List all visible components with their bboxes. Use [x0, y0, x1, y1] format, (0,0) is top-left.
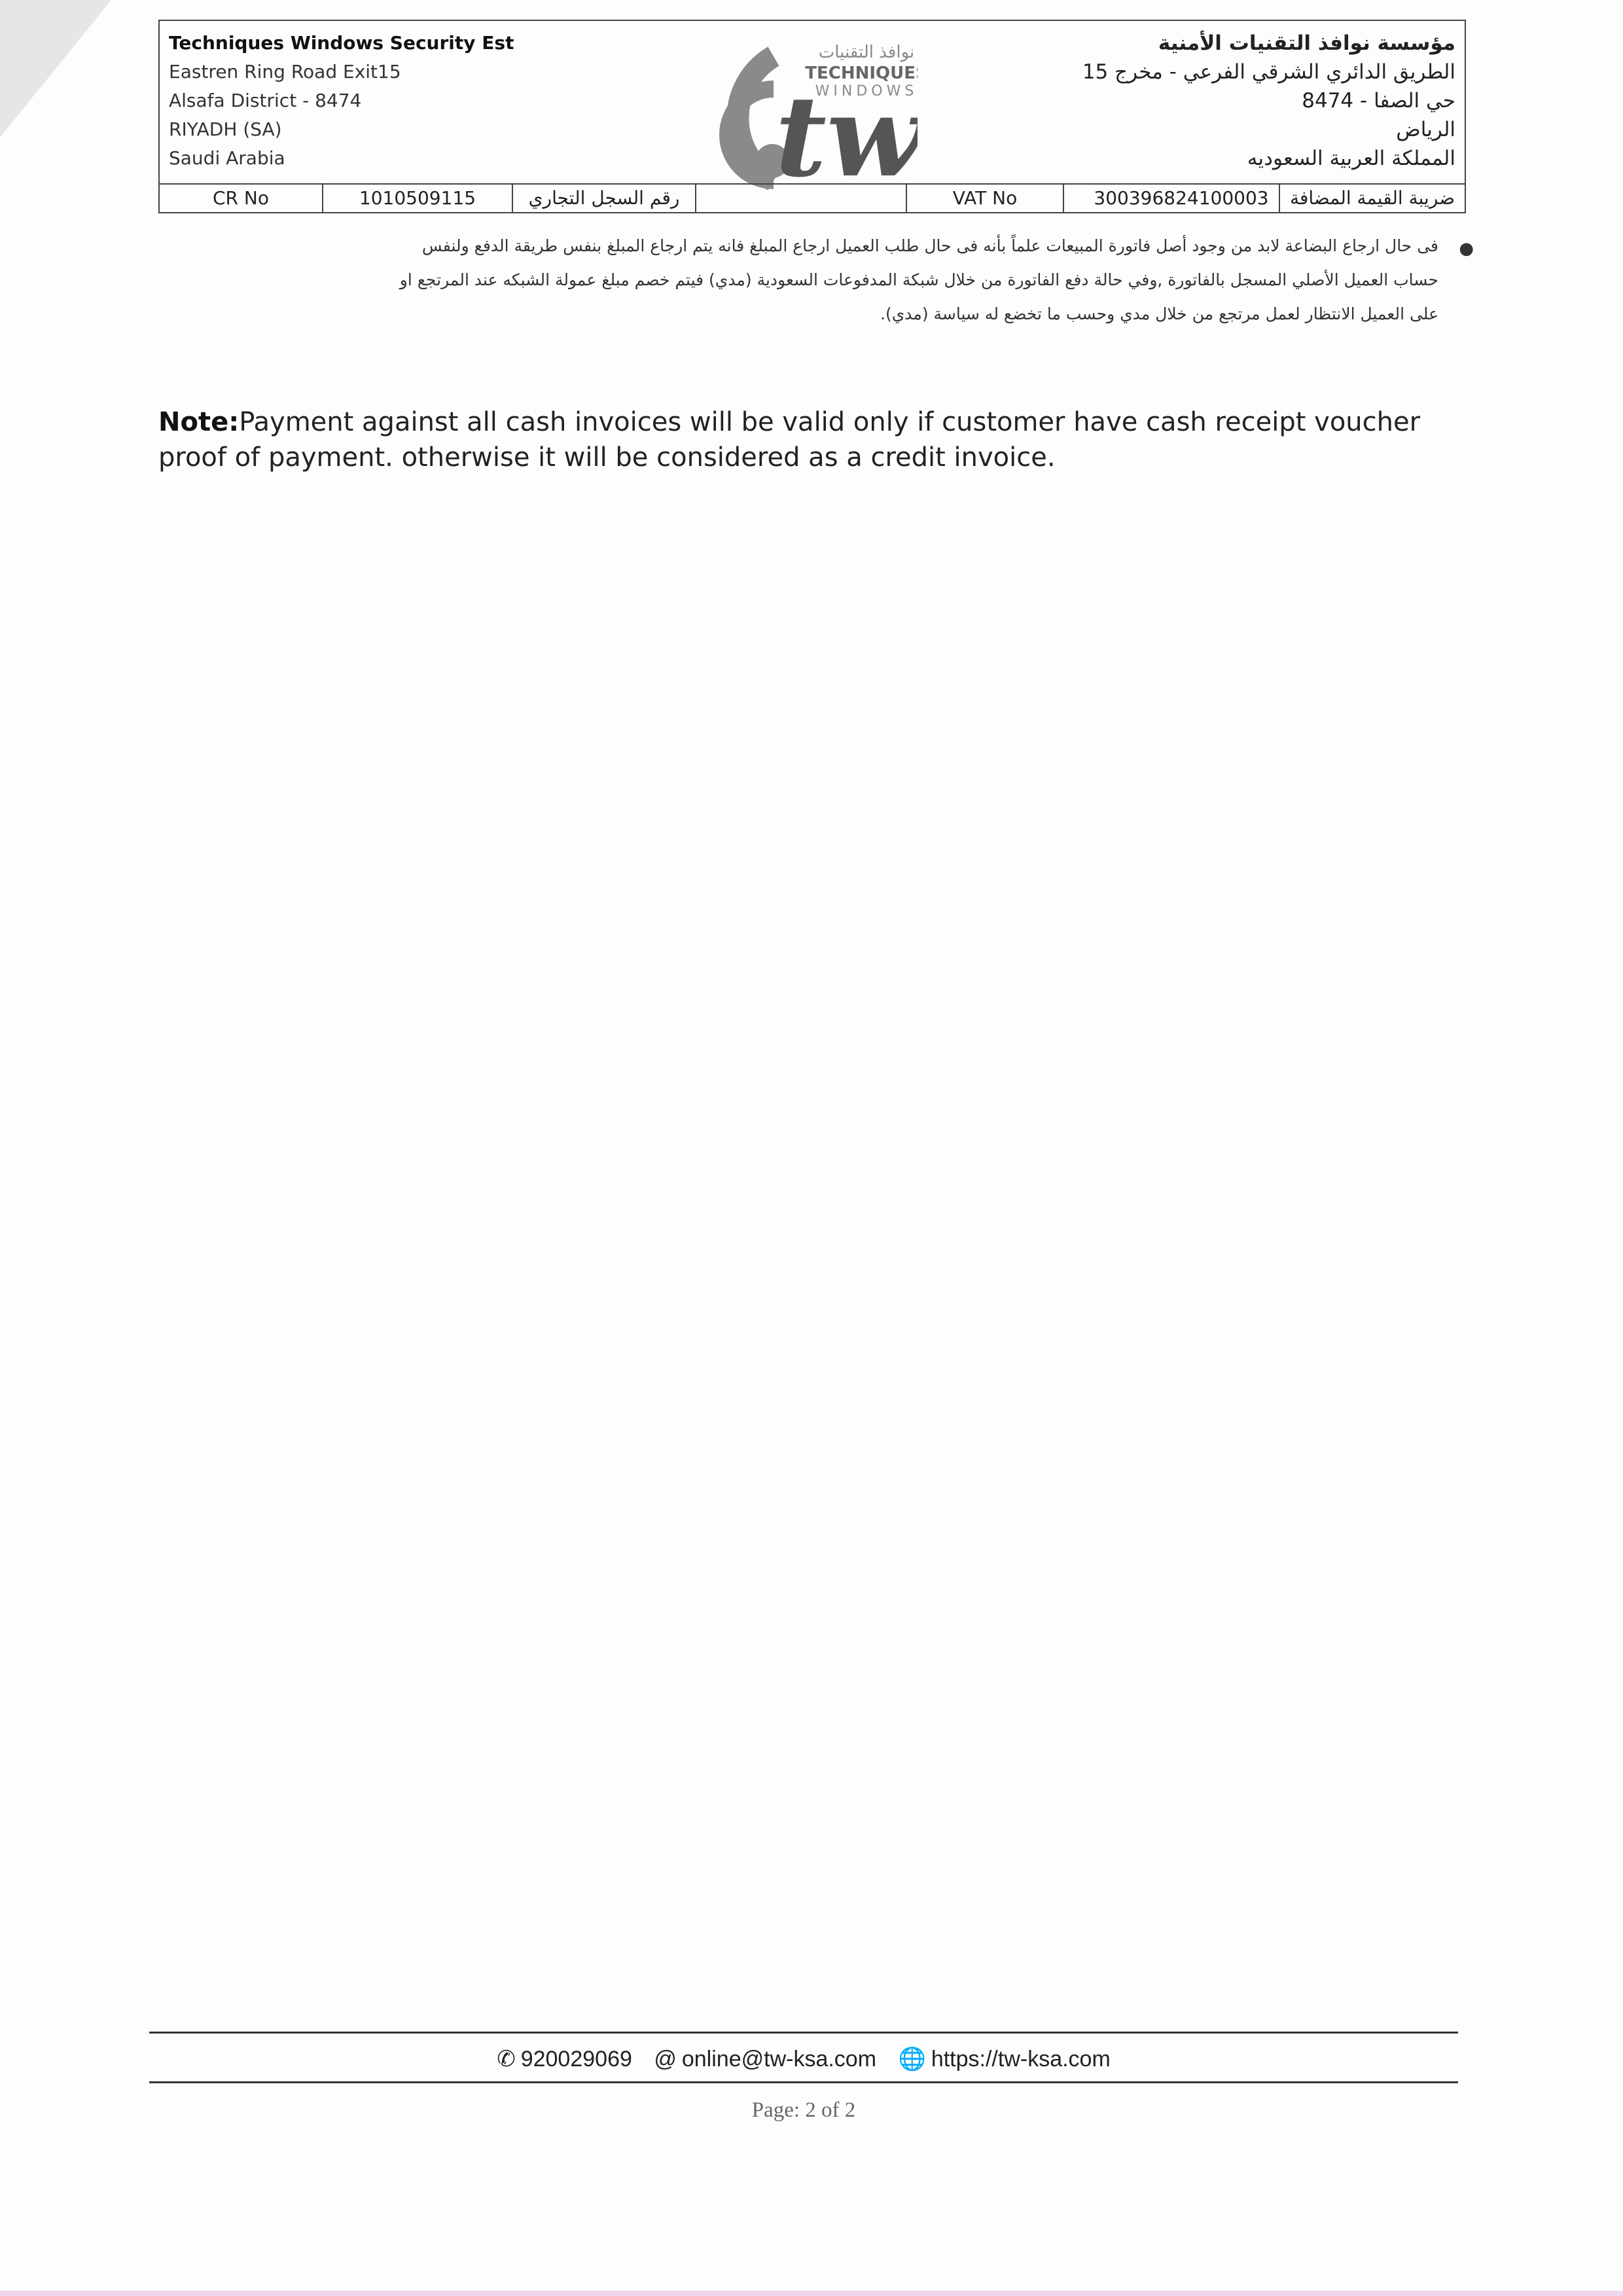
phone-icon: ✆	[497, 2047, 516, 2072]
cr-label: CR No	[160, 185, 323, 213]
company-info-english: Techniques Windows Security Est Eastren …	[169, 29, 627, 173]
footer-divider-bottom	[149, 2081, 1458, 2083]
address-line-en: Saudi Arabia	[169, 147, 285, 169]
contact-email[interactable]: @ online@tw-ksa.com	[654, 2039, 876, 2079]
logo-line2: WINDOWS	[815, 83, 918, 99]
at-icon: @	[654, 2047, 677, 2072]
letterhead: Techniques Windows Security Est Eastren …	[158, 20, 1466, 213]
folded-corner	[0, 0, 111, 137]
scan-edge	[0, 2291, 1623, 2296]
vat-value: 300396824100003	[1063, 185, 1298, 213]
logo-line1: TECHNIQUES	[805, 63, 918, 83]
registration-row: CR No 1010509115 رقم السجل التجاري VAT N…	[160, 183, 1465, 213]
company-name-en: Techniques Windows Security Est	[169, 32, 514, 54]
vat-label-ar: ضريبة القيمة المضافة	[1279, 185, 1465, 213]
footer-divider-top	[149, 2032, 1458, 2034]
policy-line: فى حال ارجاع البضاعة لابد من وجود أصل فا…	[421, 236, 1438, 255]
company-info-arabic: مؤسسة نوافذ التقنيات الأمنية الطريق الدا…	[932, 29, 1455, 173]
note-text: Payment against all cash invoices will b…	[158, 407, 1421, 473]
note-label: Note:	[158, 407, 240, 437]
phone-number: 920029069	[520, 2047, 632, 2072]
contact-phone[interactable]: ✆ 920029069	[497, 2039, 632, 2079]
footer-contacts: ✆ 920029069 @ online@tw-ksa.com 🌐 https://t…	[149, 2039, 1458, 2079]
cr-label-ar: رقم السجل التجاري	[513, 185, 696, 213]
company-name-ar: مؤسسة نوافذ التقنيات الأمنية	[1158, 31, 1455, 55]
address-line-en: RIYADH (SA)	[169, 118, 282, 140]
bullet-icon: ●	[1459, 239, 1474, 259]
logo-arabic: نوافذ التقنيات	[819, 43, 914, 62]
address-line-en: Eastren Ring Road Exit15	[169, 61, 401, 82]
address-line-ar: الطريق الدائري الشرقي الفرعي - مخرج 15	[1082, 60, 1455, 84]
contact-website[interactable]: 🌐 https://tw-ksa.com	[898, 2039, 1110, 2079]
globe-icon: 🌐	[898, 2047, 926, 2072]
address-line-ar: حي الصفا - 8474	[1302, 89, 1455, 113]
vat-label: VAT No	[906, 185, 1063, 213]
website-url: https://tw-ksa.com	[931, 2047, 1111, 2072]
policy-text: فى حال ارجاع البضاعة لابد من وجود أصل فا…	[236, 229, 1472, 331]
policy-line: على العميل الانتظار لعمل مرتجع من خلال م…	[880, 304, 1438, 323]
address-line-en: Alsafa District - 8474	[169, 90, 362, 111]
document-page: Techniques Windows Security Est Eastren …	[0, 0, 1623, 2296]
email-address: online@tw-ksa.com	[681, 2047, 877, 2072]
policy-line: حساب العميل الأصلي المسجل بالفاتورة ,وفي…	[399, 270, 1438, 289]
cr-value: 1010509115	[323, 185, 513, 213]
company-logo: tw نوافذ التقنيات TECHNIQUES WINDOWS	[719, 43, 918, 194]
address-line-ar: الرياض	[1396, 118, 1455, 141]
return-policy: ● فى حال ارجاع البضاعة لابد من وجود أصل …	[236, 229, 1474, 331]
page-number: Page: 2 of 2	[751, 2098, 856, 2122]
address-line-ar: المملكة العربية السعوديه	[1247, 147, 1455, 170]
payment-note: Note:Payment against all cash invoices w…	[158, 404, 1454, 475]
